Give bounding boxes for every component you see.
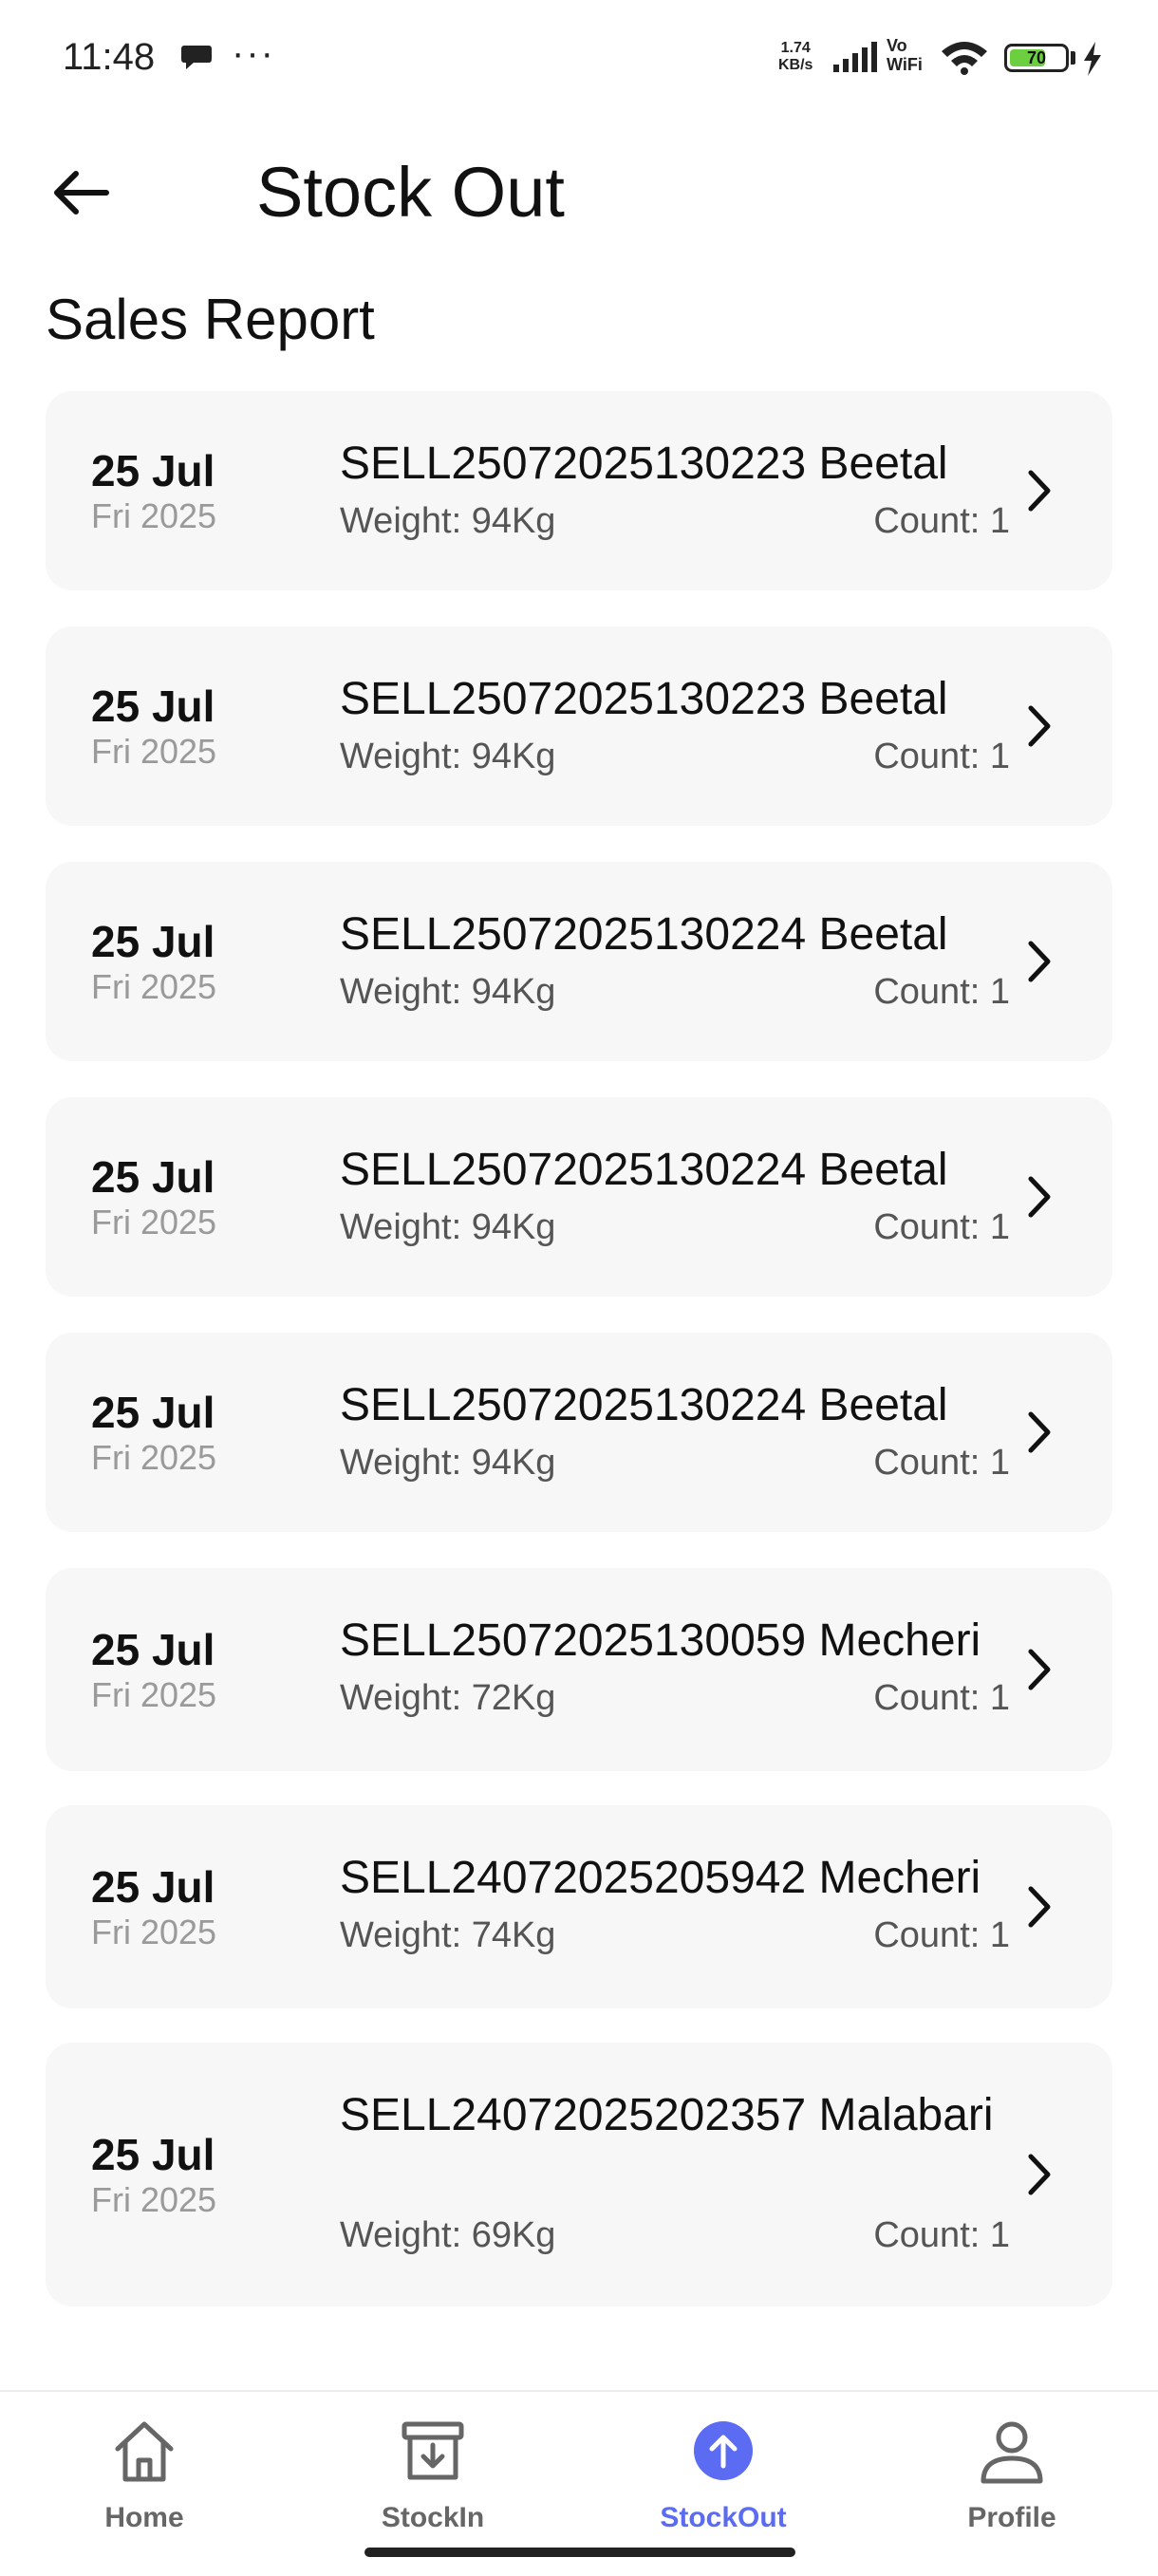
sale-title: SELL25072025130059 Mecheri	[340, 1615, 981, 1666]
sale-date-weekday-year: Fri 2025	[91, 496, 217, 535]
sale-title: SELL25072025130224 Beetal	[340, 909, 948, 960]
chevron-right-icon[interactable]	[1023, 702, 1055, 750]
profile-icon	[981, 2421, 1043, 2484]
sale-weight: Weight: 94Kg	[340, 1443, 556, 1483]
sale-weight: Weight: 94Kg	[340, 501, 556, 541]
sale-count: Count: 1	[873, 1443, 1010, 1483]
status-bar: 11:48 ··· 1.74 KB/s Vo WiFi 70	[0, 0, 1158, 121]
sale-date-weekday-year: Fri 2025	[91, 2180, 217, 2219]
chevron-right-icon[interactable]	[1023, 1883, 1055, 1931]
sale-weight: Weight: 94Kg	[340, 1207, 556, 1247]
sale-count: Count: 1	[873, 1915, 1010, 1955]
sale-card[interactable]: 25 Jul Fri 2025 SELL24072025205942 Mecheri…	[46, 1805, 1112, 2008]
sale-count: Count: 1	[873, 1678, 1010, 1718]
sale-date-weekday-year: Fri 2025	[91, 1675, 217, 1714]
nav-profile[interactable]: Profile	[917, 2417, 1107, 2540]
sale-weight: Weight: 69Kg	[340, 2215, 556, 2255]
sale-date-weekday-year: Fri 2025	[91, 1438, 217, 1477]
sale-count: Count: 1	[873, 737, 1010, 776]
nav-stockout-label: StockOut	[660, 2502, 787, 2533]
sale-card[interactable]: 25 Jul Fri 2025 SELL25072025130223 Beetal W…	[46, 391, 1112, 590]
vowifi-indicator: Vo WiFi	[887, 36, 923, 74]
status-time: 11:48	[63, 36, 156, 78]
sale-date-day: 25 Jul	[91, 446, 215, 495]
chevron-right-icon[interactable]	[1023, 1173, 1055, 1221]
sale-card[interactable]: 25 Jul Fri 2025 SELL25072025130223 Beetal W…	[46, 626, 1112, 826]
nav-home[interactable]: Home	[49, 2417, 239, 2540]
nav-stockin-label: StockIn	[381, 2502, 485, 2533]
sale-title: SELL25072025130223 Beetal	[340, 674, 948, 724]
sale-card[interactable]: 25 Jul Fri 2025 SELL25072025130224 Beetal W…	[46, 1333, 1112, 1532]
battery-icon: 70	[1004, 44, 1069, 72]
sale-count: Count: 1	[873, 1207, 1010, 1247]
sale-weight: Weight: 94Kg	[340, 972, 556, 1012]
sale-count: Count: 1	[873, 501, 1010, 541]
sale-title: SELL24072025205942 Mecheri	[340, 1853, 981, 1903]
chevron-right-icon[interactable]	[1023, 467, 1055, 514]
sale-date-weekday-year: Fri 2025	[91, 1913, 217, 1951]
page-title: Stock Out	[256, 153, 565, 232]
sale-date-day: 25 Jul	[91, 2130, 215, 2179]
sale-date-day: 25 Jul	[91, 1862, 215, 1912]
archive-in-icon	[402, 2421, 464, 2480]
nav-stockin[interactable]: StockIn	[338, 2417, 528, 2540]
sale-date-day: 25 Jul	[91, 1152, 215, 1202]
more-notifications-icon: ···	[232, 32, 275, 74]
nav-home-label: Home	[104, 2502, 184, 2533]
home-icon	[115, 2421, 174, 2482]
chevron-right-icon[interactable]	[1023, 1646, 1055, 1693]
cellular-signal-icon	[833, 42, 877, 72]
sale-date-weekday-year: Fri 2025	[91, 732, 217, 771]
sale-date-weekday-year: Fri 2025	[91, 1203, 217, 1241]
nav-profile-label: Profile	[967, 2502, 1056, 2533]
home-indicator[interactable]	[364, 2548, 795, 2557]
battery-cap	[1071, 51, 1075, 65]
charging-bolt-icon	[1084, 42, 1101, 76]
chevron-right-icon[interactable]	[1023, 938, 1055, 985]
back-arrow-icon[interactable]	[47, 159, 114, 226]
wifi-icon	[942, 42, 987, 75]
sale-title: SELL25072025130224 Beetal	[340, 1145, 948, 1195]
sale-date-weekday-year: Fri 2025	[91, 967, 217, 1006]
sale-title: SELL25072025130224 Beetal	[340, 1380, 948, 1430]
sale-card[interactable]: 25 Jul Fri 2025 SELL25072025130224 Beetal W…	[46, 1097, 1112, 1297]
sale-card[interactable]: 25 Jul Fri 2025 SELL25072025130224 Beetal W…	[46, 862, 1112, 1061]
sale-date-day: 25 Jul	[91, 917, 215, 966]
sale-weight: Weight: 72Kg	[340, 1678, 556, 1718]
sale-card[interactable]: 25 Jul Fri 2025 SELL24072025202357 Malabar…	[46, 2043, 1112, 2306]
section-title: Sales Report	[46, 288, 375, 351]
sale-date-day: 25 Jul	[91, 681, 215, 731]
nav-stockout[interactable]: StockOut	[628, 2417, 818, 2540]
sale-date-day: 25 Jul	[91, 1625, 215, 1674]
sale-title: SELL25072025130223 Beetal	[340, 439, 948, 489]
sale-weight: Weight: 94Kg	[340, 737, 556, 776]
sale-card[interactable]: 25 Jul Fri 2025 SELL25072025130059 Mecheri…	[46, 1568, 1112, 1771]
chevron-right-icon[interactable]	[1023, 2151, 1055, 2198]
chevron-right-icon[interactable]	[1023, 1409, 1055, 1456]
sale-count: Count: 1	[873, 972, 1010, 1012]
arrow-up-circle-icon	[694, 2421, 753, 2480]
sale-count: Count: 1	[873, 2215, 1010, 2255]
sale-title: SELL24072025202357 Malabari	[340, 2090, 994, 2140]
network-speed: 1.74 KB/s	[778, 40, 813, 73]
battery-percent: 70	[1026, 48, 1047, 67]
chat-notification-icon	[181, 46, 212, 69]
sale-weight: Weight: 74Kg	[340, 1915, 556, 1955]
sale-date-day: 25 Jul	[91, 1388, 215, 1437]
